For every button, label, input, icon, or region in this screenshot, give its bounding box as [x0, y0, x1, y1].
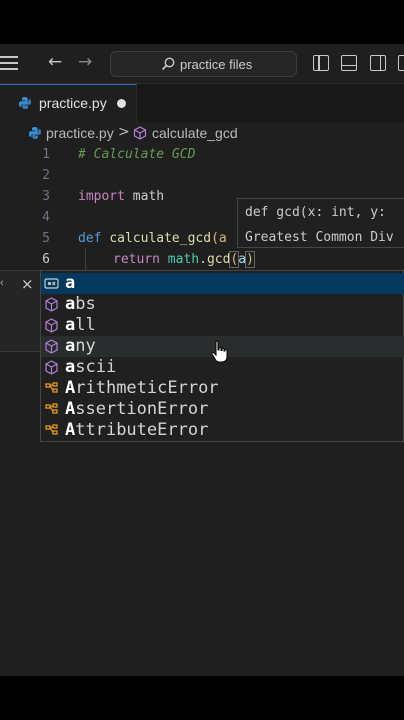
- suggestion-label: AssertionError: [65, 399, 209, 419]
- suggestion-label: all: [65, 315, 96, 335]
- tab-practice-py[interactable]: practice.py: [0, 84, 137, 122]
- variable-icon: [44, 278, 59, 289]
- suggestion-item[interactable]: all: [41, 315, 404, 336]
- line-number: 6: [42, 252, 50, 267]
- suggestion-item[interactable]: AttributeError: [41, 420, 404, 441]
- method-cube-icon: [45, 297, 58, 312]
- hint-signature: def gcd(x: int, y:: [245, 205, 386, 220]
- breadcrumb-file[interactable]: practice.py: [46, 125, 114, 141]
- toggle-panel-icon[interactable]: [341, 55, 357, 71]
- forward-arrow-icon[interactable]: →: [78, 52, 92, 72]
- tab-label: practice.py: [39, 95, 107, 111]
- menu-icon[interactable]: [0, 56, 18, 72]
- back-arrow-icon[interactable]: ←: [48, 52, 62, 72]
- hint-doc: Greatest Common Div: [245, 230, 394, 245]
- method-cube-icon: [133, 126, 147, 140]
- code-line: 2: [0, 165, 404, 186]
- title-bar: ← → practice files: [0, 44, 404, 84]
- code-text: import math: [78, 189, 165, 204]
- suggestion-item[interactable]: abs: [41, 294, 404, 315]
- code-line: 1 # Calculate GCD: [0, 144, 404, 165]
- class-icon: [45, 403, 58, 414]
- class-icon: [45, 382, 58, 393]
- mouse-hand-cursor-icon: [211, 340, 228, 363]
- suggestion-item[interactable]: AssertionError: [41, 399, 404, 420]
- breadcrumb-separator: >: [118, 124, 130, 140]
- parameter-hint-popup: def gcd(x: int, y: Greatest Common Div: [237, 198, 404, 248]
- method-cube-icon: [45, 318, 58, 333]
- line-number: 2: [42, 168, 50, 183]
- tab-bar: practice.py: [0, 84, 404, 122]
- suggestion-label: AttributeError: [65, 420, 209, 440]
- breadcrumb-symbol[interactable]: calculate_gcd: [152, 125, 238, 141]
- unsaved-dot-icon[interactable]: [117, 99, 126, 108]
- class-icon: [45, 424, 58, 435]
- black-letterbox-bottom: [0, 676, 404, 720]
- customize-layout-icon[interactable]: [398, 55, 404, 71]
- suggestion-label: a: [65, 273, 76, 293]
- search-icon: [161, 57, 175, 71]
- line-number: 3: [42, 189, 50, 204]
- method-cube-icon: [45, 360, 58, 375]
- code-line-active: 6 return math.gcd(a): [0, 249, 404, 270]
- suggestion-label: any: [65, 336, 96, 356]
- suggestion-label: ascii: [65, 357, 117, 377]
- code-text: return math.gcd(a): [113, 251, 255, 268]
- line-number: 4: [42, 210, 50, 225]
- command-center-search[interactable]: practice files: [110, 51, 297, 77]
- code-text: # Calculate GCD: [78, 147, 196, 162]
- chevron-left-icon[interactable]: ‹: [0, 277, 4, 289]
- code-text: def calculate_gcd(a: [78, 231, 227, 246]
- suggestion-label: abs: [65, 294, 96, 314]
- suggestion-label: ArithmeticError: [65, 378, 219, 398]
- search-text: practice files: [180, 57, 253, 72]
- toggle-secondary-sidebar-icon[interactable]: [370, 55, 386, 71]
- method-cube-icon: [45, 339, 58, 354]
- close-icon[interactable]: ×: [21, 275, 34, 293]
- suggestion-item[interactable]: ArithmeticError: [41, 378, 404, 399]
- indent-guide: [85, 249, 86, 270]
- toggle-primary-sidebar-icon[interactable]: [313, 55, 329, 71]
- breadcrumb: practice.py > calculate_gcd: [0, 122, 404, 144]
- python-file-icon: [29, 127, 41, 139]
- suggestion-item[interactable]: a: [41, 273, 404, 294]
- side-panel-fragment: ‹ ×: [0, 270, 40, 352]
- line-number: 5: [42, 231, 50, 246]
- black-letterbox-top: [0, 0, 404, 44]
- line-number: 1: [42, 147, 50, 162]
- python-file-icon: [19, 97, 31, 109]
